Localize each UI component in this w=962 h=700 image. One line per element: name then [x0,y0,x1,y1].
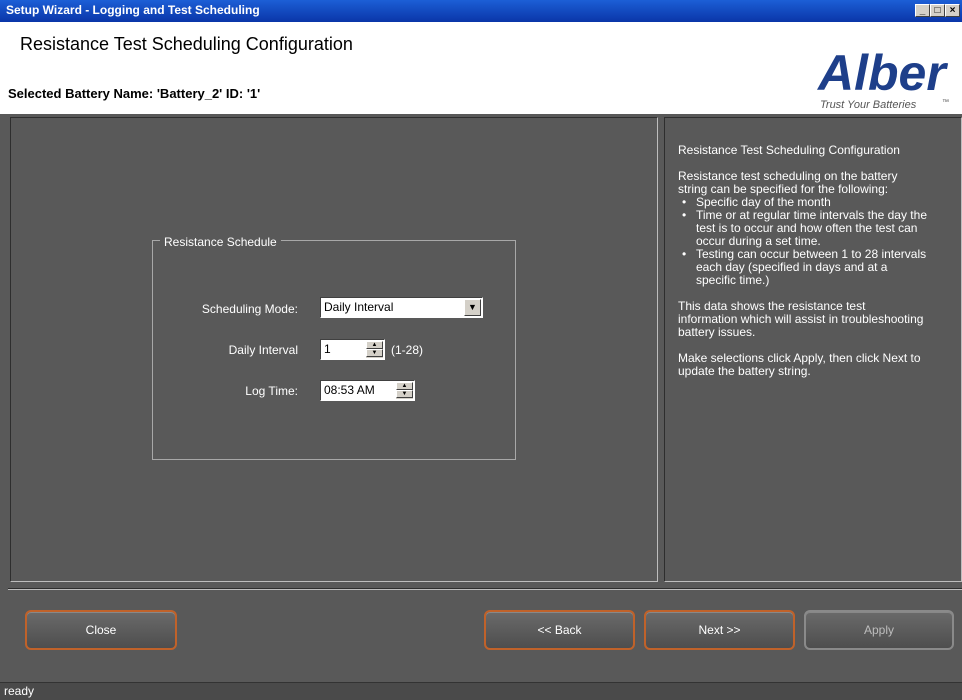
daily-interval-range: (1-28) [391,343,424,357]
help-info: This data shows the resistance test info… [678,299,924,339]
help-bullet: Testing can occur between 1 to 28 interv… [678,248,928,287]
log-time-spinner[interactable]: ▲ ▼ [396,382,413,399]
chevron-down-icon[interactable]: ▼ [464,299,481,316]
help-text: Resistance Test Scheduling Configuration… [678,144,928,391]
next-button[interactable]: Next >> [644,610,795,650]
close-window-button[interactable]: × [945,4,960,17]
page-title: Resistance Test Scheduling Configuration [20,34,353,54]
help-heading: Resistance Test Scheduling Configuration [678,143,900,157]
spin-up-icon[interactable]: ▲ [366,341,383,349]
scheduling-mode-select[interactable]: Daily Interval [320,297,483,318]
alber-logo: Alber Trust Your Batteries ™ [810,42,960,112]
logo-brand: Alber [816,45,948,101]
window-title: Setup Wizard - Logging and Test Scheduli… [6,3,260,17]
daily-interval-value: 1 [324,342,331,356]
apply-button[interactable]: Apply [804,610,954,650]
minimize-button[interactable]: _ [915,4,930,17]
back-button[interactable]: << Back [484,610,635,650]
spin-up-icon[interactable]: ▲ [396,382,413,390]
spin-down-icon[interactable]: ▼ [396,390,413,398]
help-bullet: Time or at regular time intervals the da… [678,209,928,248]
main-area: Resistance Schedule Scheduling Mode: Dai… [0,114,962,700]
scheduling-mode-value: Daily Interval [324,300,394,314]
log-time-value: 08:53 AM [324,383,375,397]
logo-tagline: Trust Your Batteries [820,99,917,111]
log-time-label: Log Time: [245,384,298,398]
spin-down-icon[interactable]: ▼ [366,349,383,357]
status-bar: ready [0,682,962,700]
divider [8,588,962,590]
help-bullets: Specific day of the month Time or at reg… [678,196,928,287]
scheduling-mode-label: Scheduling Mode: [201,302,298,316]
status-text: ready [4,684,35,698]
maximize-button[interactable]: □ [930,4,945,17]
header: Resistance Test Scheduling Configuration… [0,22,962,114]
logo-trademark: ™ [942,99,949,106]
group-label: Resistance Schedule [160,235,281,249]
close-button[interactable]: Close [25,610,177,650]
window-titlebar: Setup Wizard - Logging and Test Scheduli… [0,0,962,22]
help-intro: Resistance test scheduling on the batter… [678,169,898,196]
battery-info: Selected Battery Name: 'Battery_2' ID: '… [8,86,261,101]
daily-interval-label: Daily Interval [228,343,298,357]
help-instructions: Make selections click Apply, then click … [678,351,921,378]
daily-interval-spinner[interactable]: ▲ ▼ [366,341,383,358]
